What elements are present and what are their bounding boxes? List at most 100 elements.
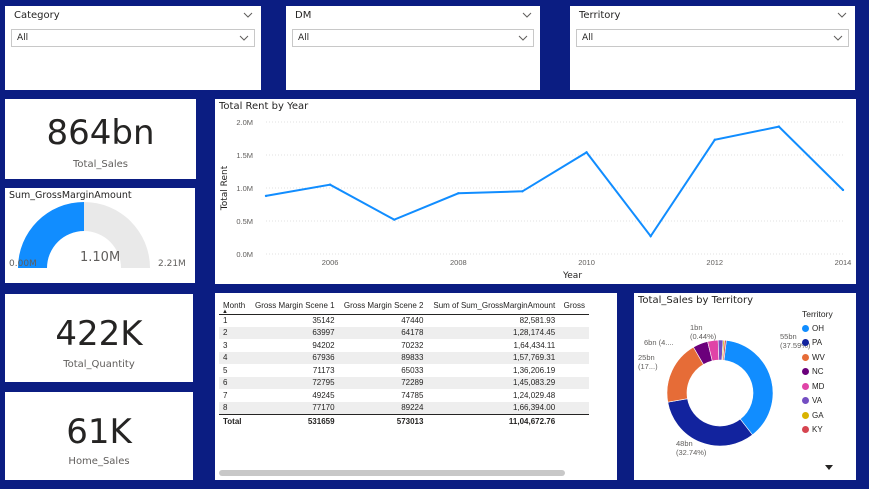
table-row: 6 72795 72289 1,45,083.29: [219, 376, 589, 389]
table-cell: 7: [223, 390, 228, 400]
column-header-sum-gross-margin[interactable]: Sum of Sum_GrossMarginAmount: [427, 297, 559, 314]
line-data-point[interactable]: [328, 183, 332, 186]
line-data-point[interactable]: [841, 188, 845, 192]
line-chart: 0.0M 0.5M 1.0M 1.5M 2.0M 2006 2008 2010 2012 2014…: [220, 118, 851, 281]
chevron-down-icon[interactable]: [522, 11, 532, 19]
table-cell: 65033: [401, 365, 424, 375]
legend-item[interactable]: WV: [802, 350, 833, 365]
legend-item[interactable]: PA: [802, 336, 833, 351]
dm-selected-value: All: [298, 33, 310, 43]
gauge-max-label: 2.21M: [158, 259, 186, 269]
legend-marker: [802, 397, 809, 405]
territory-dropdown[interactable]: All: [576, 29, 849, 47]
line-data-point[interactable]: [649, 234, 652, 238]
total-sales-label: Total_Sales: [73, 159, 128, 170]
table-cell: 63997: [312, 328, 335, 338]
category-slicer-title: Category: [14, 10, 60, 21]
legend-label: KY: [812, 425, 823, 435]
legend-scroll-down-icon[interactable]: [825, 465, 833, 471]
legend-marker: [802, 411, 809, 419]
dm-dropdown[interactable]: All: [292, 29, 534, 47]
legend-item[interactable]: MD: [802, 379, 833, 394]
table-cell: 3: [223, 340, 228, 350]
total-quantity-card: 422K Total_Quantity: [5, 294, 193, 382]
chevron-down-icon: [833, 35, 843, 41]
column-header-scene-2[interactable]: Gross Margin Scene 2: [339, 297, 428, 314]
table-header-row: Month ▲ Gross Margin Scene 1 Gross Margin…: [219, 297, 589, 315]
table-cell: 47440: [401, 316, 424, 325]
total-quantity-label: Total_Quantity: [63, 359, 135, 370]
legend-marker: [802, 324, 809, 332]
table-cell: 5: [223, 365, 228, 375]
total-sum-gross-margin: 11,04,672.76: [427, 413, 560, 429]
territory-legend: Territory OH PA WV NC MD VA GA KY: [802, 309, 833, 437]
horizontal-scrollbar[interactable]: [219, 470, 565, 476]
legend-label: NC: [812, 367, 824, 377]
table-cell: 72795: [312, 378, 335, 388]
column-header-scene-1[interactable]: Gross Margin Scene 1: [250, 297, 339, 314]
donut-slice-oh[interactable]: [723, 340, 774, 436]
donut-data-label: (17...): [638, 362, 658, 371]
chevron-down-icon[interactable]: [837, 11, 847, 19]
legend-label: PA: [812, 338, 823, 348]
home-sales-card: 61K Home_Sales: [5, 392, 193, 480]
table-cell: 77170: [312, 403, 335, 412]
table-cell: 74785: [401, 390, 424, 400]
legend-item[interactable]: OH: [802, 321, 833, 336]
line-data-point[interactable]: [393, 218, 396, 221]
total-label: Total: [219, 413, 250, 429]
table-cell: 1,45,083.29: [512, 378, 556, 388]
table-cell: 1,24,029.48: [512, 390, 556, 400]
legend-marker: [802, 426, 809, 434]
donut-data-label: (32.74%): [676, 448, 707, 457]
line-data-point[interactable]: [264, 194, 268, 198]
legend-title: Territory: [802, 309, 833, 319]
table-cell: 8: [223, 403, 228, 412]
legend-item[interactable]: NC: [802, 365, 833, 380]
line-data-point[interactable]: [777, 125, 781, 128]
total-rent-line-chart-card: Total Rent by Year 0.0M 0.5M 1.0M 1.5M 2.0M 2…: [215, 99, 856, 284]
category-dropdown[interactable]: All: [11, 29, 255, 47]
table-cell: 6: [223, 378, 228, 388]
dm-slicer-title: DM: [295, 10, 312, 21]
table-cell: 72289: [401, 378, 424, 388]
y-tick-label: 1.0M: [236, 184, 253, 193]
legend-item[interactable]: KY: [802, 423, 833, 438]
line-data-point[interactable]: [585, 151, 588, 154]
legend-label: VA: [812, 396, 823, 406]
legend-marker: [802, 368, 809, 376]
line-data-point[interactable]: [713, 138, 716, 142]
category-slicer: Category All: [5, 6, 261, 90]
total-quantity-value: 422K: [55, 314, 143, 354]
total-sales-card: 864bn Total_Sales: [5, 99, 196, 179]
y-tick-label: 2.0M: [236, 118, 253, 127]
donut-data-label: 55bn: [780, 332, 797, 341]
table-cell: 1,66,394.00: [512, 403, 556, 412]
y-tick-label: 1.5M: [236, 151, 253, 160]
chevron-down-icon: [518, 35, 528, 41]
legend-item[interactable]: VA: [802, 394, 833, 409]
table-cell: 82,581.93: [519, 316, 556, 325]
table-cell: 49245: [312, 390, 335, 400]
x-axis-title: Year: [562, 271, 582, 281]
line-data-point[interactable]: [521, 190, 524, 193]
table-total-row: Total 531659 573013 11,04,672.76: [219, 413, 589, 429]
territory-selected-value: All: [582, 33, 594, 43]
legend-item[interactable]: GA: [802, 408, 833, 423]
table-cell: 89833: [401, 353, 424, 363]
table-cell: 94202: [312, 340, 335, 350]
column-header-month[interactable]: Month ▲: [219, 297, 250, 315]
donut-data-label: (0.44%): [690, 332, 717, 341]
column-header-gross[interactable]: Gross: [559, 297, 589, 314]
table-cell: 1,36,206.19: [512, 365, 556, 375]
table-cell: 1,57,769.31: [512, 353, 556, 363]
table-cell: 71173: [312, 365, 335, 375]
chevron-down-icon[interactable]: [243, 11, 253, 19]
x-tick-label: 2008: [450, 258, 467, 267]
table-row: 5 71173 65033 1,36,206.19: [219, 364, 589, 377]
territory-slicer-title: Territory: [579, 10, 621, 21]
table-cell: 1: [223, 316, 228, 325]
line-data-point[interactable]: [457, 192, 460, 195]
total-scene-1: 531659: [249, 413, 339, 429]
legend-label: OH: [812, 323, 824, 333]
